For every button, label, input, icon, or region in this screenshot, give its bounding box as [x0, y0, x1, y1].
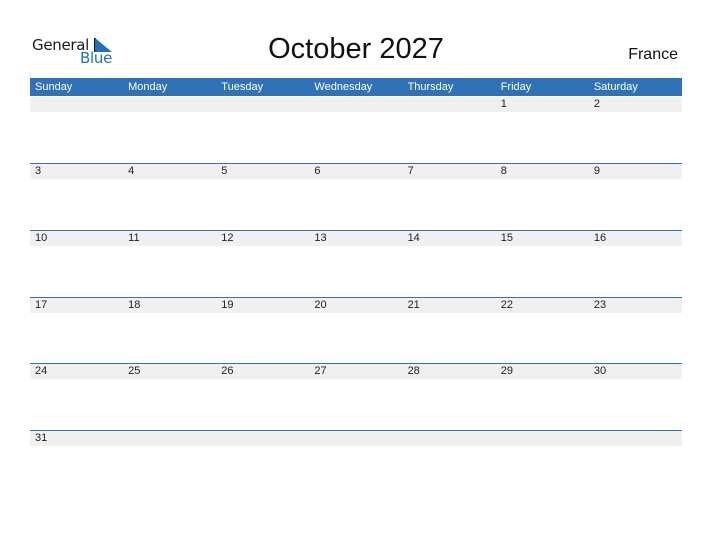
- day-cell: [30, 97, 123, 112]
- day-cell: 8: [500, 165, 507, 177]
- day-cell: 6: [314, 165, 321, 177]
- week-row-3: 10 11 12 13 14 15 16: [30, 230, 682, 246]
- day-cell: 9: [593, 165, 600, 177]
- weekday-header: Sunday Monday Tuesday Wednesday Thursday…: [30, 78, 682, 96]
- day-cell: 3: [35, 165, 42, 177]
- day-cell: 4: [128, 165, 135, 177]
- day-cell: 1: [500, 98, 507, 110]
- day-cell: 28: [407, 365, 420, 377]
- day-cell: 24: [35, 365, 48, 377]
- day-cell: 5: [221, 165, 228, 177]
- day-cell: 16: [593, 232, 607, 244]
- day-cell: 22: [500, 299, 513, 311]
- day-cell: 12: [221, 232, 234, 244]
- weekday-wednesday: Wednesday: [314, 81, 373, 93]
- day-cell: 19: [221, 299, 234, 311]
- day-cell: [123, 97, 216, 112]
- day-cell: [403, 431, 496, 446]
- day-cell: [496, 431, 589, 446]
- calendar-title: October 2027: [268, 33, 444, 65]
- day-cell: 26: [221, 365, 234, 377]
- weekday-tuesday: Tuesday: [221, 81, 264, 93]
- day-cell: 20: [314, 299, 327, 311]
- day-cell: 11: [128, 232, 140, 244]
- day-cell: 21: [407, 299, 420, 311]
- day-cell: [123, 431, 216, 446]
- day-cell: 25: [128, 365, 141, 377]
- day-cell: 13: [314, 232, 327, 244]
- weekday-friday: Friday: [500, 81, 532, 93]
- week-row-5: 24 25 26 27 28 29 30: [30, 363, 682, 379]
- week-row-6: 31: [30, 430, 682, 446]
- day-cell: [216, 431, 309, 446]
- day-cell: 30: [593, 365, 607, 377]
- weekday-saturday: Saturday: [593, 81, 638, 93]
- day-cell: [216, 97, 309, 112]
- day-cell: 23: [593, 299, 607, 311]
- day-cell: 7: [407, 165, 414, 177]
- week-row-1: 1 2: [30, 97, 682, 112]
- day-cell: [589, 431, 682, 446]
- country-label: France: [628, 46, 678, 63]
- weekday-monday: Monday: [128, 81, 168, 93]
- day-cell: 17: [35, 299, 48, 311]
- day-cell: 15: [500, 232, 513, 244]
- day-cell: [309, 97, 402, 112]
- day-cell: 10: [35, 232, 48, 244]
- day-cell: 29: [500, 365, 513, 377]
- day-cell: 14: [407, 232, 420, 244]
- day-cell: 31: [35, 432, 48, 444]
- week-row-2: 3 4 5 6 7 8 9: [30, 163, 682, 179]
- day-cell: 27: [314, 365, 327, 377]
- weekday-thursday: Thursday: [407, 81, 454, 93]
- day-cell: [309, 431, 402, 446]
- day-cell: [403, 97, 496, 112]
- day-cell: 2: [593, 98, 600, 110]
- day-cell: 18: [128, 299, 141, 311]
- week-row-4: 17 18 19 20 21 22 23: [30, 297, 682, 313]
- weekday-sunday: Sunday: [35, 81, 73, 93]
